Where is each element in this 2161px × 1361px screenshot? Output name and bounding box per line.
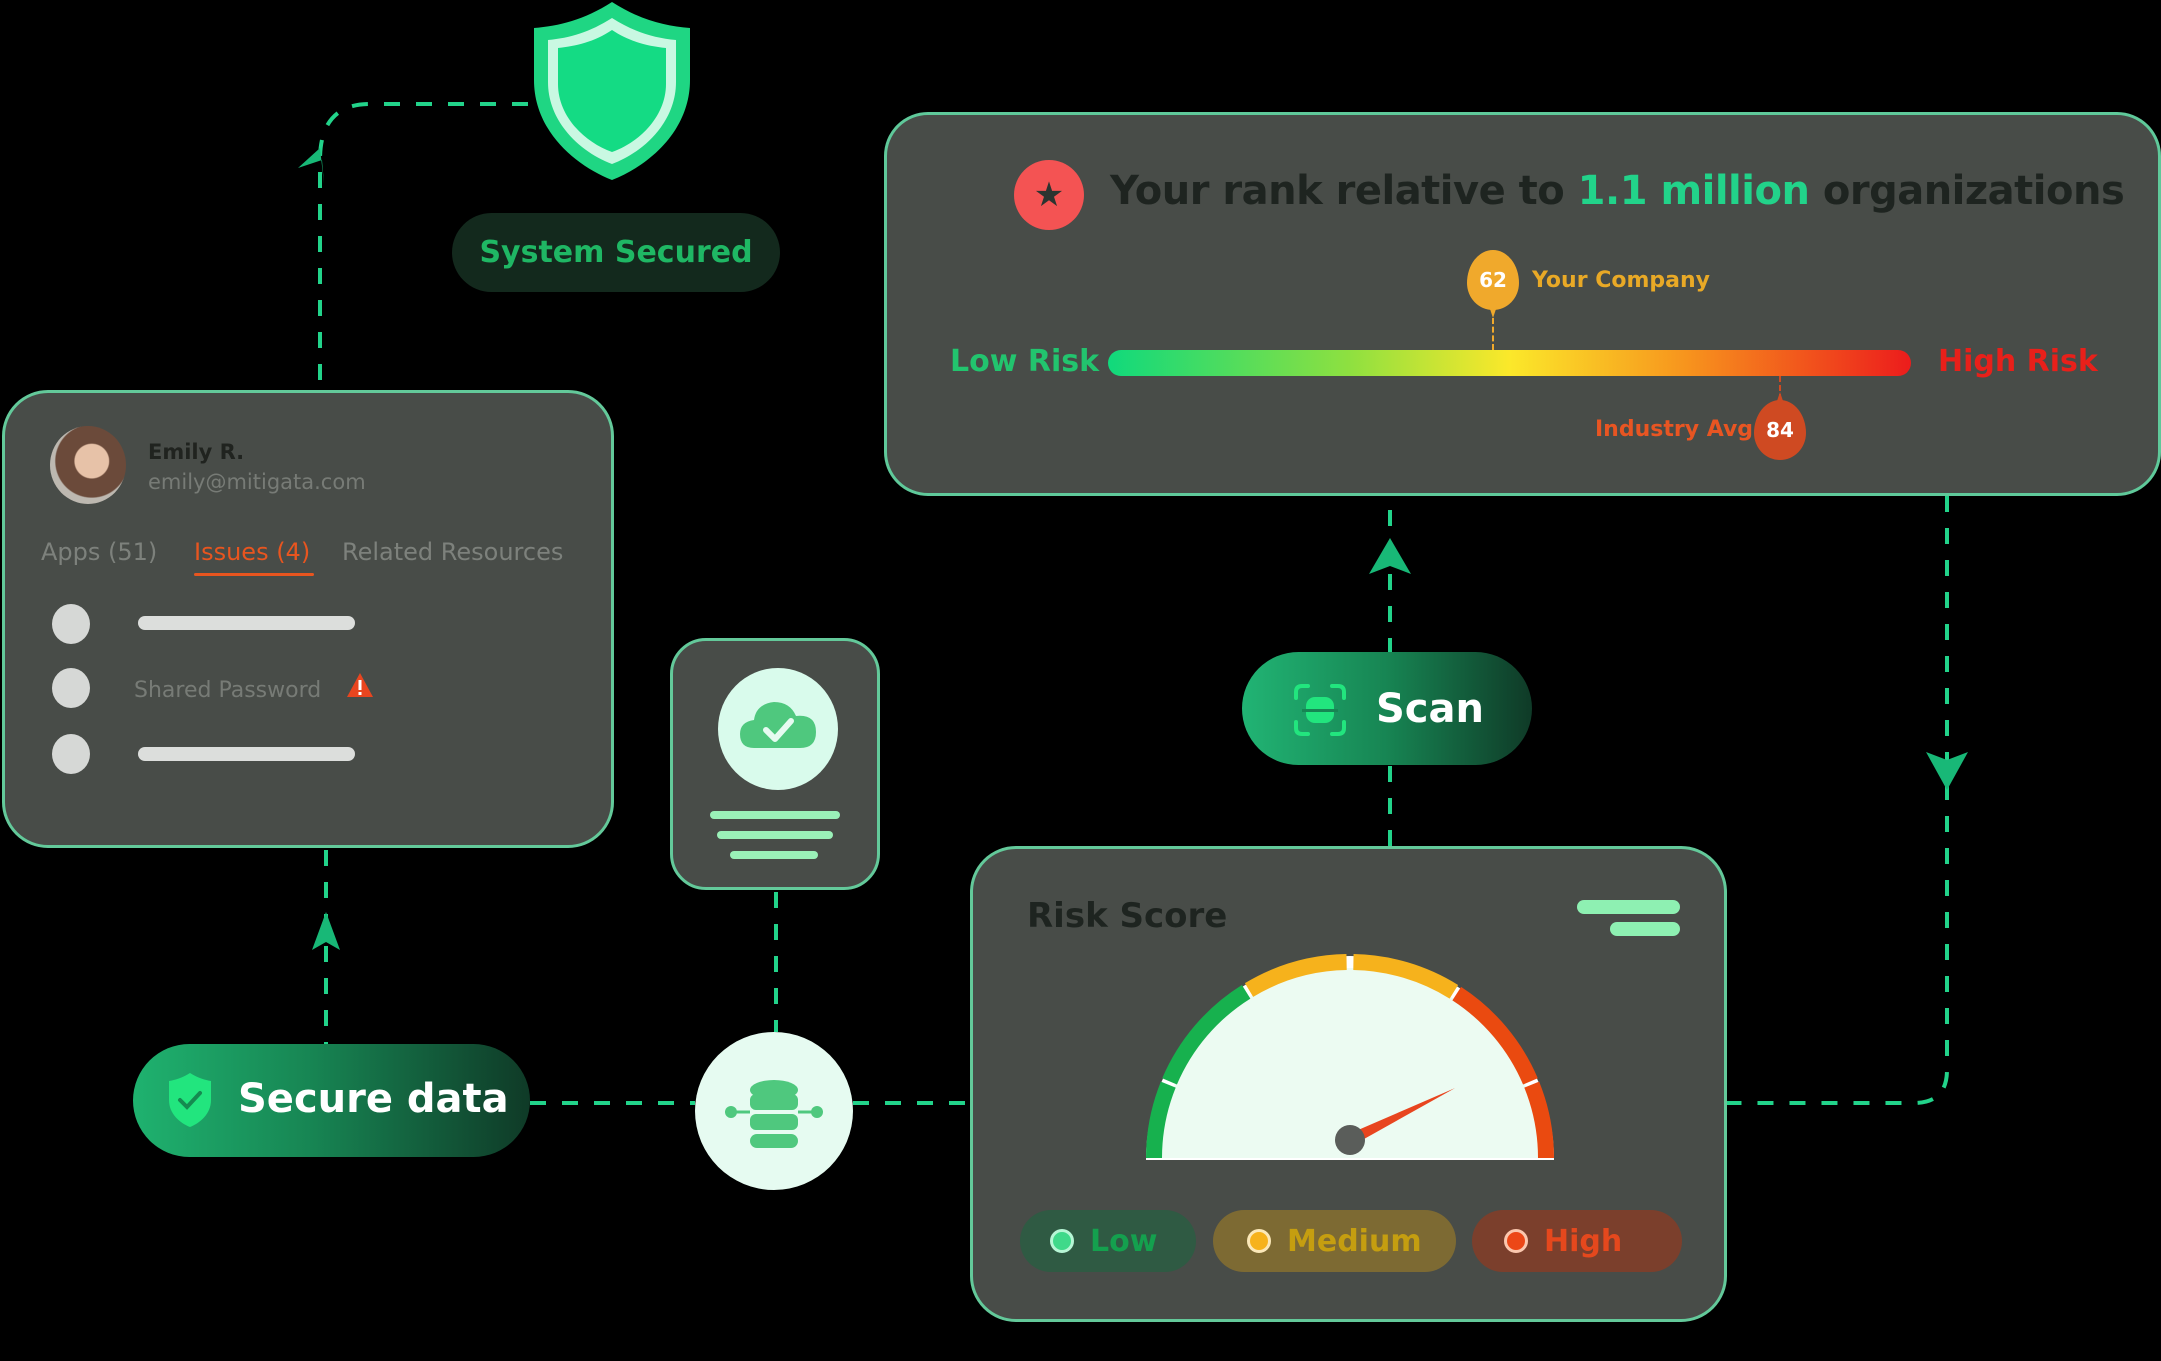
industry-score-pin: 84 xyxy=(1754,392,1806,460)
arrow-up-icon xyxy=(1369,538,1411,574)
avatar xyxy=(50,426,126,504)
company-marker-line xyxy=(1492,318,1494,350)
tab-apps[interactable]: Apps (51) xyxy=(41,538,157,566)
issue-row-icon xyxy=(52,734,90,774)
tab-issues[interactable]: Issues (4) xyxy=(194,538,310,566)
low-risk-label: Low Risk xyxy=(950,344,1100,379)
legend-high-label: High xyxy=(1544,1223,1623,1259)
company-score-pin: 62 xyxy=(1467,250,1519,318)
shield-icon xyxy=(534,2,690,180)
risk-score-title: Risk Score xyxy=(1027,896,1228,936)
active-tab-indicator xyxy=(194,573,314,576)
arrow-up-icon xyxy=(312,912,340,950)
rank-title-highlight: 1.1 million xyxy=(1577,168,1810,214)
user-email: emily@mitigata.com xyxy=(148,470,366,494)
cloud-check-icon xyxy=(718,668,838,790)
system-secured-badge: System Secured xyxy=(452,213,780,292)
legend-medium[interactable]: Medium xyxy=(1213,1210,1456,1272)
low-dot-icon xyxy=(1050,1229,1074,1253)
user-name: Emily R. xyxy=(148,440,245,464)
database-icon xyxy=(725,1080,823,1148)
menu-icon[interactable] xyxy=(1610,922,1680,936)
star-icon: ★ xyxy=(1014,160,1084,230)
scan-label: Scan xyxy=(1376,686,1484,732)
high-dot-icon xyxy=(1504,1229,1528,1253)
scan-icon xyxy=(1294,684,1346,736)
legend-medium-label: Medium xyxy=(1287,1223,1422,1259)
industry-label: Industry Avg xyxy=(1595,417,1754,442)
legend-low[interactable]: Low xyxy=(1020,1210,1196,1272)
cloud-card-line xyxy=(730,851,818,859)
issue-row-placeholder xyxy=(138,616,355,630)
cloud-card-line xyxy=(710,811,840,819)
gauge-pivot xyxy=(1335,1125,1365,1155)
rank-title-prefix: Your rank relative to xyxy=(1110,168,1578,214)
tab-related-resources[interactable]: Related Resources xyxy=(342,538,563,566)
risk-gauge xyxy=(1146,954,1554,1160)
issue-row-icon xyxy=(52,604,90,644)
issue-row-placeholder xyxy=(138,747,355,761)
secure-data-label: Secure data xyxy=(238,1076,509,1122)
medium-dot-icon xyxy=(1247,1229,1271,1253)
legend-high[interactable]: High xyxy=(1472,1210,1682,1272)
high-risk-label: High Risk xyxy=(1938,344,2098,379)
risk-gradient-bar xyxy=(1108,350,1911,376)
warning-icon xyxy=(347,673,373,697)
rank-title-suffix: organizations xyxy=(1809,168,2125,214)
menu-icon[interactable] xyxy=(1577,900,1680,914)
issue-row-icon xyxy=(52,668,90,708)
database-node xyxy=(695,1032,853,1190)
legend-low-label: Low xyxy=(1090,1223,1158,1259)
issue-row-label[interactable]: Shared Password xyxy=(134,678,321,703)
rank-title: Your rank relative to 1.1 million organi… xyxy=(1110,168,2125,214)
shield-check-icon xyxy=(169,1073,211,1127)
cloud-card-line xyxy=(717,831,833,839)
connector-rank-to-risk xyxy=(1727,496,1949,1105)
company-label: Your Company xyxy=(1532,268,1710,293)
